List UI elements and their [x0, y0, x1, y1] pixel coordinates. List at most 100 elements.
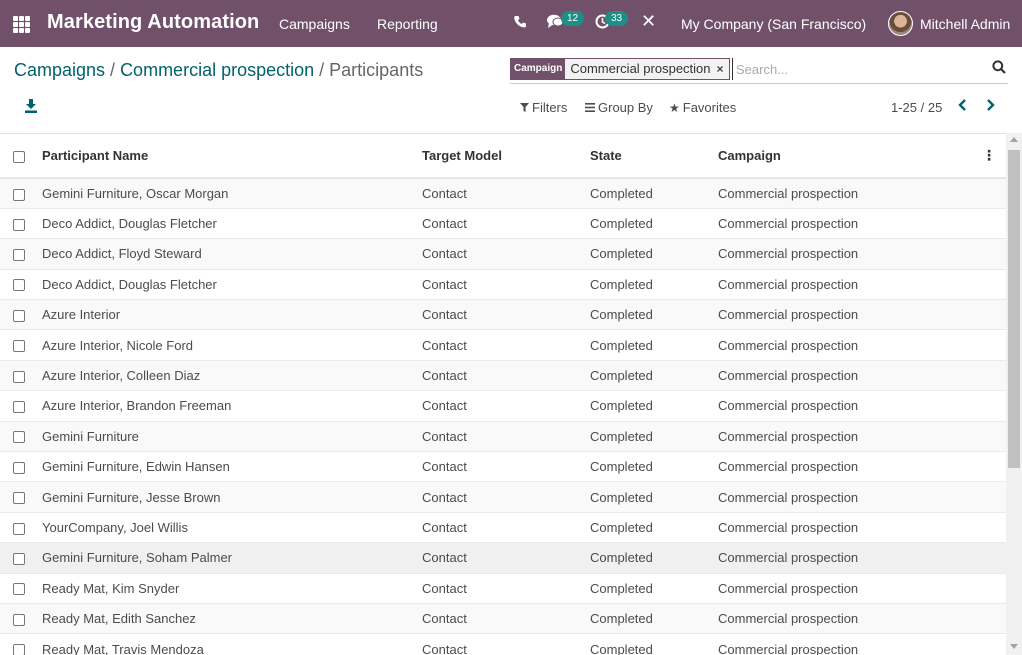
table-row[interactable]: Gemini Furniture, Soham Palmer Contact Com… — [0, 542, 1006, 574]
row-checkbox[interactable] — [13, 461, 25, 474]
favorites-button[interactable]: ★ Favorites — [669, 100, 736, 115]
participants-list: Participant Name Target Model State Camp… — [0, 133, 1006, 655]
table-row[interactable]: Ready Mat, Travis Mendoza Contact Complete… — [0, 634, 1006, 655]
select-all-checkbox[interactable] — [13, 150, 25, 163]
cell-state: Completed — [590, 641, 653, 655]
cell-campaign: Commercial prospection — [718, 459, 859, 475]
cell-state: Completed — [590, 519, 653, 535]
scrollbar-thumb[interactable] — [1008, 150, 1020, 468]
table-row[interactable]: YourCompany, Joel Willis Contact Completed… — [0, 512, 1006, 543]
table-row[interactable]: Azure Interior, Brandon Freeman Contact Co… — [0, 391, 1006, 422]
row-checkbox[interactable] — [13, 340, 25, 353]
cell-campaign: Commercial prospection — [718, 611, 859, 627]
table-row[interactable]: Azure Interior, Colleen Diaz Contact Compl… — [0, 360, 1006, 391]
table-row[interactable]: Gemini Furniture Contact Completed Commerci… — [0, 421, 1006, 452]
row-checkbox[interactable] — [13, 492, 25, 505]
tools-icon[interactable]: ✕ — [641, 11, 656, 32]
table-row[interactable]: Deco Addict, Floyd Steward Contact Complet… — [0, 238, 1006, 270]
column-state[interactable]: State — [590, 134, 718, 179]
top-navbar: Marketing Automation Campaigns Reporting… — [0, 0, 1022, 47]
menu-reporting[interactable]: Reporting — [377, 16, 438, 32]
cell-target-model: Contact — [422, 185, 467, 201]
facet-value-text: Commercial prospection — [570, 61, 711, 76]
cell-campaign: Commercial prospection — [718, 337, 859, 353]
table-row[interactable]: Gemini Furniture, Jesse Brown Contact Comp… — [0, 481, 1006, 513]
row-checkbox[interactable] — [13, 309, 25, 322]
breadcrumb-separator: / — [105, 60, 121, 80]
cell-state: Completed — [590, 246, 653, 262]
filters-button[interactable]: Filters — [520, 100, 567, 115]
cell-state: Completed — [590, 216, 653, 232]
row-checkbox[interactable] — [13, 249, 25, 262]
row-checkbox[interactable] — [13, 431, 25, 444]
cell-target-model: Contact — [422, 550, 467, 566]
table-row[interactable]: Gemini Furniture, Edwin Hansen Contact Com… — [0, 452, 1006, 482]
column-campaign[interactable]: Campaign — [718, 134, 982, 179]
breadcrumb-campaigns[interactable]: Campaigns — [14, 60, 105, 80]
cell-participant-name: Ready Mat, Travis Mendoza — [42, 641, 204, 655]
cell-target-model: Contact — [422, 459, 467, 475]
group-by-button[interactable]: Group By — [585, 100, 653, 115]
user-menu[interactable]: Mitchell Admin — [920, 16, 1010, 32]
cell-state: Completed — [590, 550, 653, 566]
row-checkbox[interactable] — [13, 400, 25, 413]
menu-campaigns[interactable]: Campaigns — [279, 16, 350, 32]
phone-icon[interactable] — [514, 15, 526, 31]
cell-target-model: Contact — [422, 216, 467, 232]
table-row[interactable]: Deco Addict, Douglas Fletcher Contact Comp… — [0, 208, 1006, 239]
scroll-down-arrow-icon[interactable] — [1010, 644, 1018, 649]
avatar[interactable] — [888, 11, 913, 36]
app-title[interactable]: Marketing Automation — [47, 11, 259, 34]
pager-value[interactable]: 1-25 / 25 — [891, 100, 942, 115]
chevron-left-icon[interactable] — [958, 98, 967, 116]
chevron-right-icon[interactable] — [986, 98, 995, 116]
cell-campaign: Commercial prospection — [718, 368, 859, 384]
search-bar: Campaign Commercial prospection × — [510, 58, 1008, 84]
row-checkbox[interactable] — [13, 583, 25, 596]
cell-state: Completed — [590, 185, 653, 201]
table-row[interactable]: Ready Mat, Kim Snyder Contact Completed Com… — [0, 573, 1006, 604]
scrollbar[interactable] — [1006, 133, 1022, 655]
table-row[interactable]: Ready Mat, Edith Sanchez Contact Completed… — [0, 603, 1006, 634]
cell-state: Completed — [590, 580, 653, 596]
download-icon[interactable] — [24, 98, 38, 114]
cell-participant-name: Gemini Furniture, Edwin Hansen — [42, 459, 230, 475]
row-checkbox[interactable] — [13, 188, 25, 201]
scroll-up-arrow-icon[interactable] — [1010, 137, 1018, 142]
cell-participant-name: Azure Interior, Brandon Freeman — [42, 398, 232, 414]
page-title: Participants — [329, 60, 424, 80]
table-row[interactable]: Azure Interior Contact Completed Commercial… — [0, 299, 1006, 330]
table-row[interactable]: Deco Addict, Douglas Fletcher Contact Comp… — [0, 269, 1006, 300]
cell-state: Completed — [590, 398, 653, 414]
cell-campaign: Commercial prospection — [718, 428, 859, 444]
row-checkbox[interactable] — [13, 644, 25, 655]
breadcrumb-separator: / — [314, 60, 330, 80]
column-target-model[interactable]: Target Model — [422, 134, 590, 179]
search-icon[interactable] — [992, 60, 1006, 74]
cell-campaign: Commercial prospection — [718, 307, 859, 323]
cell-campaign: Commercial prospection — [718, 641, 859, 655]
app-menu-icon[interactable] — [13, 16, 30, 33]
table-row[interactable]: Gemini Furniture, Oscar Morgan Contact Com… — [0, 178, 1006, 209]
search-input[interactable] — [732, 58, 982, 80]
row-checkbox[interactable] — [13, 218, 25, 231]
breadcrumb: Campaigns / Commercial prospection / Par… — [14, 60, 423, 81]
column-options-icon[interactable]: ⋮ — [982, 147, 996, 163]
cell-participant-name: Azure Interior, Nicole Ford — [42, 337, 194, 353]
breadcrumb-campaign[interactable]: Commercial prospection — [120, 60, 314, 80]
row-checkbox[interactable] — [13, 279, 25, 292]
column-participant-name[interactable]: Participant Name — [42, 134, 422, 179]
cell-target-model: Contact — [422, 368, 467, 384]
cell-state: Completed — [590, 276, 653, 292]
row-checkbox[interactable] — [13, 522, 25, 535]
cell-participant-name: Gemini Furniture, Oscar Morgan — [42, 185, 229, 201]
row-checkbox[interactable] — [13, 613, 25, 626]
row-checkbox[interactable] — [13, 370, 25, 383]
table-row[interactable]: Azure Interior, Nicole Ford Contact Comple… — [0, 330, 1006, 361]
cell-participant-name: Gemini Furniture, Soham Palmer — [42, 550, 233, 566]
facet-remove-icon[interactable]: × — [717, 59, 724, 79]
group-by-label: Group By — [598, 100, 653, 115]
company-switcher[interactable]: My Company (San Francisco) — [681, 16, 866, 32]
cell-campaign: Commercial prospection — [718, 246, 859, 262]
row-checkbox[interactable] — [13, 552, 25, 565]
